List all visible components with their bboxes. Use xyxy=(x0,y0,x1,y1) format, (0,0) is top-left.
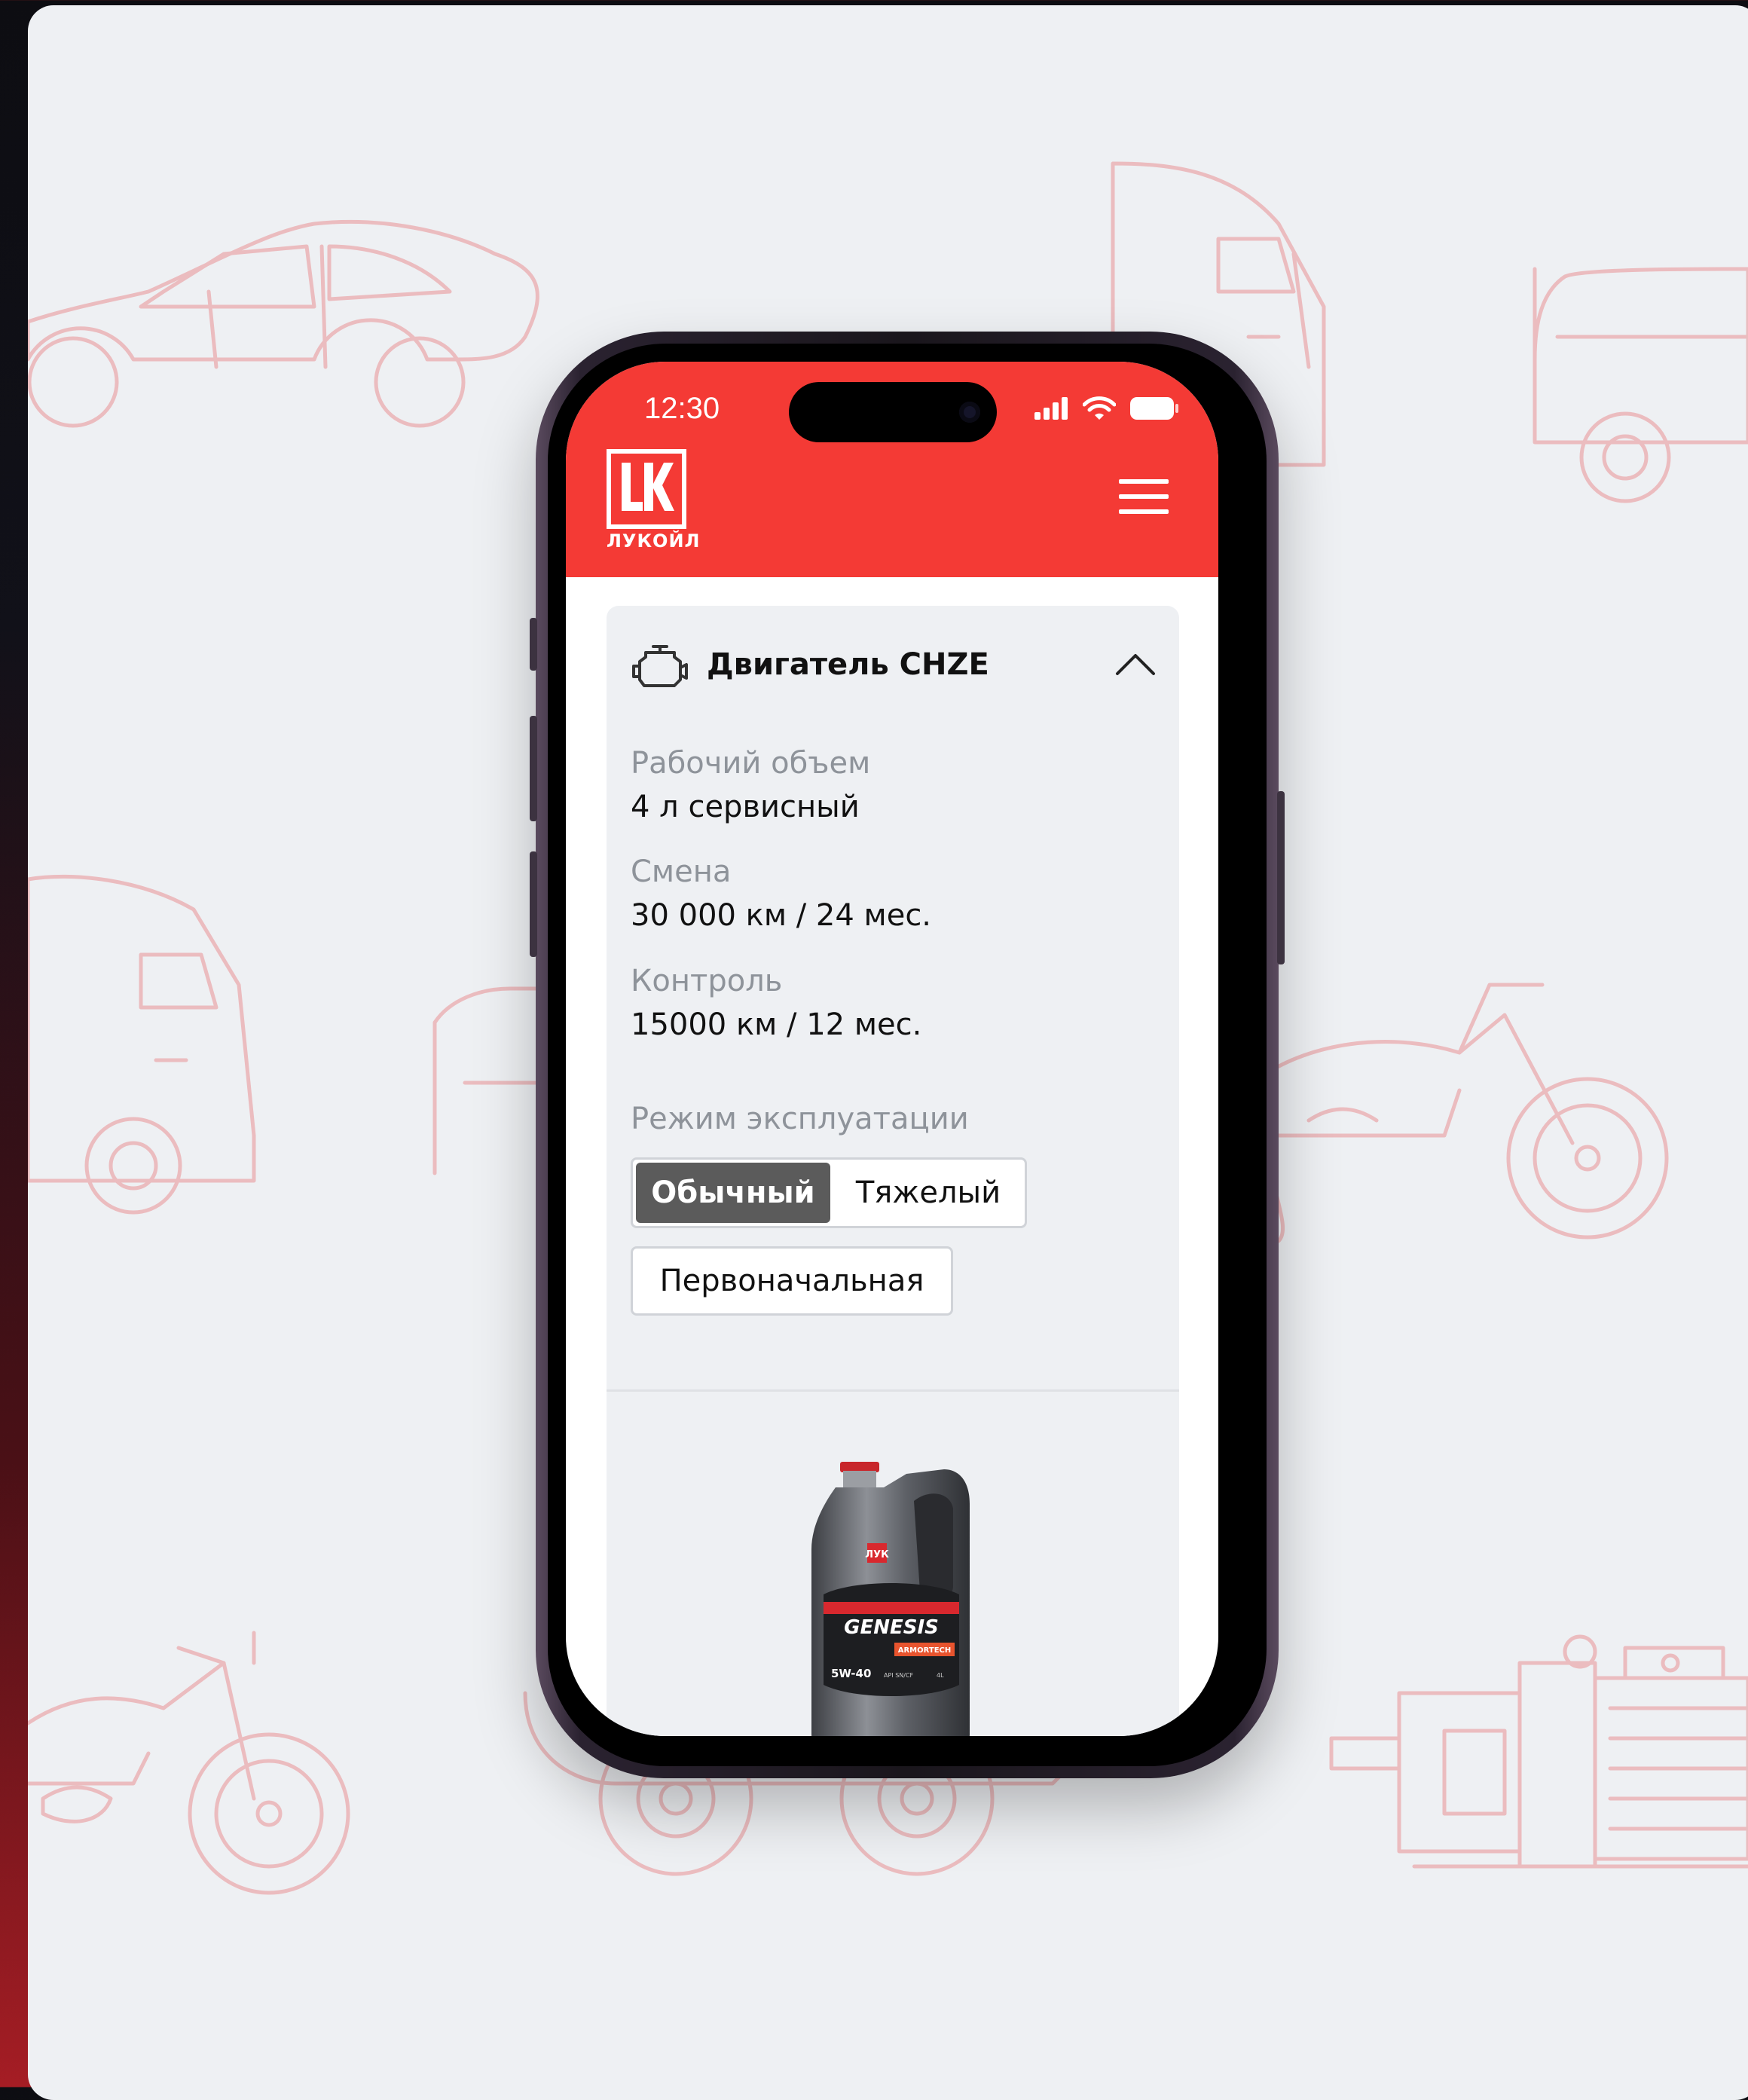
displacement-label: Рабочий объем xyxy=(631,746,871,781)
menu-line xyxy=(1119,494,1169,499)
canister-brand-mark: ЛУК xyxy=(865,1549,889,1560)
canister-spec: API SN/CF xyxy=(884,1672,914,1679)
canister-volume: 4L xyxy=(937,1672,944,1679)
hamburger-menu-button[interactable] xyxy=(1119,479,1169,514)
background-card: 12:30 ЛУКОЙЛ Двигатель CHZE Рабочий объе… xyxy=(28,5,1748,2100)
chevron-up-icon[interactable] xyxy=(1114,653,1157,677)
sedan-illustration xyxy=(28,219,539,428)
panel-divider xyxy=(607,1389,1179,1392)
menu-line xyxy=(1119,479,1169,484)
van-illustration xyxy=(1533,267,1748,503)
phone-screen: 12:30 ЛУКОЙЛ Двигатель CHZE Рабочий объе… xyxy=(566,362,1218,1736)
change-label: Смена xyxy=(631,854,732,889)
app-header: 12:30 ЛУКОЙЛ xyxy=(566,362,1218,577)
phone-volume-down xyxy=(530,851,537,957)
status-icons xyxy=(1034,396,1179,420)
phone-mockup: 12:30 ЛУКОЙЛ Двигатель CHZE Рабочий объе… xyxy=(530,332,1285,1778)
menu-line xyxy=(1119,509,1169,514)
canister-viscosity: 5W-40 xyxy=(831,1667,871,1680)
canister-sub: ARMORTECH xyxy=(898,1646,952,1655)
phone-power-button xyxy=(1277,791,1285,964)
mode-heavy-button[interactable]: Тяжелый xyxy=(833,1163,1023,1223)
operation-mode-label: Режим эксплуатации xyxy=(631,1102,969,1136)
motorcycle-illustration-left xyxy=(28,1631,350,1895)
engine-title: Двигатель CHZE xyxy=(707,647,989,682)
canister-cap xyxy=(840,1462,879,1472)
signal-icon xyxy=(1034,397,1068,420)
mode-normal-button[interactable]: Обычный xyxy=(636,1163,830,1223)
truck-illustration-left xyxy=(28,874,256,1215)
battery-icon xyxy=(1130,397,1178,420)
dynamic-island xyxy=(789,382,997,442)
displacement-value: 4 л сервисный xyxy=(631,790,860,824)
phone-volume-up xyxy=(530,716,537,821)
operation-mode-toggle: Обычный Тяжелый xyxy=(631,1157,1027,1228)
control-label: Контроль xyxy=(631,964,783,998)
status-time: 12:30 xyxy=(644,392,720,425)
canister-product-name: GENESIS xyxy=(844,1616,939,1639)
motorcycle-illustration xyxy=(1261,983,1669,1243)
engine-icon xyxy=(632,645,688,687)
change-value: 30 000 км / 24 мес. xyxy=(631,898,932,933)
engine-panel: Двигатель CHZE Рабочий объем 4 л сервисн… xyxy=(607,606,1179,1736)
gear-motor-illustration xyxy=(1329,1634,1748,1869)
camera-icon xyxy=(959,402,980,423)
phone-action-button xyxy=(530,618,537,671)
initial-fill-button[interactable]: Первоначальная xyxy=(631,1246,953,1316)
wifi-icon xyxy=(1083,396,1116,420)
oil-canister-image[interactable]: ЛУК GENESIS ARMORTECH 5W-40 API SN/CF 4L xyxy=(808,1459,974,1736)
lukoil-logo xyxy=(607,449,686,529)
logo-text: ЛУКОЙЛ xyxy=(607,530,701,552)
control-value: 15000 км / 12 мес. xyxy=(631,1007,922,1042)
